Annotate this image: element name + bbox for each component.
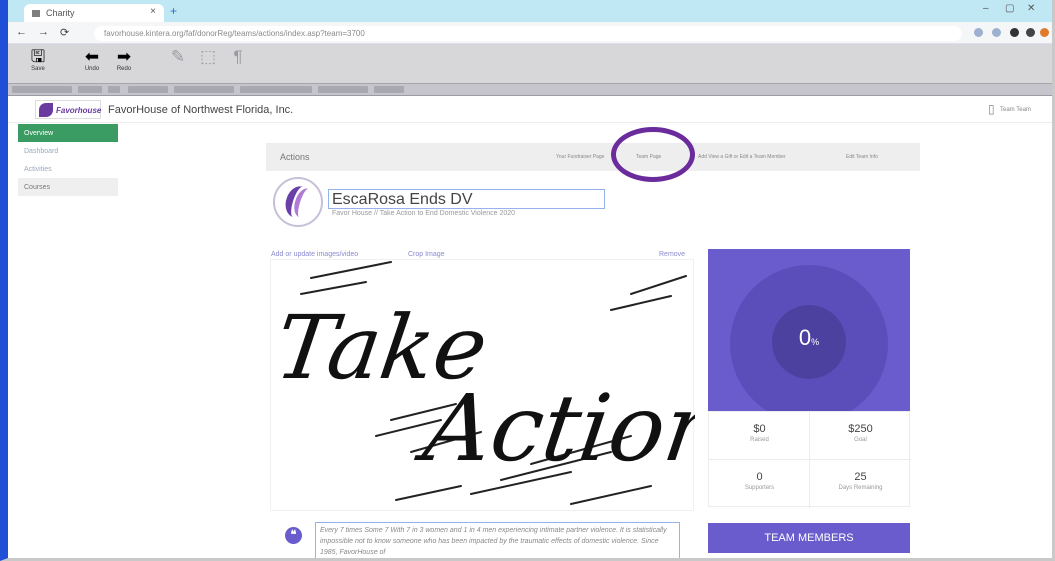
browser-tab-bar: Charity × + – ▢ ✕	[8, 0, 1052, 22]
screen: Charity × + – ▢ ✕ ← → ⟳ favorhouse.kinte…	[0, 0, 1055, 561]
user-icon[interactable]: ▯	[988, 102, 995, 116]
swoosh-icon	[39, 103, 53, 117]
sidebar-item-courses[interactable]: Courses	[18, 178, 118, 196]
minimize-icon[interactable]: –	[983, 3, 989, 14]
crop-image-link[interactable]: Crop Image	[408, 251, 445, 258]
user-name[interactable]: Team Team	[1000, 107, 1031, 113]
maximize-icon[interactable]: ▢	[1005, 3, 1014, 14]
save-button[interactable]: 🖫 Save	[18, 47, 58, 73]
pilcrow-icon: ¶	[233, 47, 243, 66]
remove-image-link[interactable]: Remove	[659, 251, 685, 258]
progress-center: 0%	[772, 305, 846, 379]
actions-title: Actions	[280, 152, 310, 162]
team-members-button[interactable]: TEAM MEMBERS	[708, 523, 910, 553]
team-name-field[interactable]: EscaRosa Ends DV	[328, 189, 605, 209]
browser-tab[interactable]: Charity ×	[24, 4, 164, 22]
browser-address-bar: ← → ⟳ favorhouse.kintera.org/faf/donorRe…	[8, 22, 1052, 44]
url-field[interactable]: favorhouse.kintera.org/faf/donorReg/team…	[94, 26, 962, 41]
update-image-link[interactable]: Add or update images/video	[271, 251, 358, 258]
team-subtitle[interactable]: Favor House // Take Action to End Domest…	[332, 210, 515, 217]
paragraph-tool-button[interactable]: ¶	[218, 48, 258, 66]
sidebar: Overview Dashboard Activities Courses	[18, 124, 118, 196]
save-icon: 🖫	[30, 47, 46, 66]
quote-icon: ❝	[285, 527, 302, 544]
team-avatar[interactable]	[273, 177, 323, 227]
redo-icon: ➡	[116, 47, 132, 66]
reload-icon[interactable]: ⟳	[60, 26, 69, 39]
add-gift-link[interactable]: Add View a Gift or Edit a Team Member	[698, 154, 786, 160]
take-action-graphic: Take Action	[269, 261, 732, 505]
extension-icon[interactable]	[974, 28, 983, 37]
edit-team-info-link[interactable]: Edit Team Info	[846, 154, 878, 160]
stats-grid: $0 Raised $250 Goal 0 Supporters 25 Days…	[708, 411, 911, 508]
supporters-stat: 0 Supporters	[744, 471, 775, 491]
actions-bar: Actions Your Fundraiser Page Team Page A…	[266, 143, 920, 171]
fundraiser-page-link[interactable]: Your Fundraiser Page	[556, 154, 604, 160]
editor-toolbar: 🖫 Save ⬅ Undo ➡ Redo ✎ ⬚ ¶	[8, 44, 1052, 84]
extension-icon[interactable]	[1010, 28, 1019, 37]
sidebar-item-activities[interactable]: Activities	[18, 160, 118, 178]
raised-stat: $0 Raised	[750, 423, 769, 443]
highlight-circle	[611, 127, 695, 182]
back-icon[interactable]: ←	[16, 26, 27, 38]
team-name: EscaRosa Ends DV	[332, 191, 473, 208]
sidebar-item-dashboard[interactable]: Dashboard	[18, 142, 118, 160]
org-name: FavorHouse of Northwest Florida, Inc.	[108, 104, 294, 116]
extension-icon[interactable]	[1026, 28, 1035, 37]
tab-favicon-icon	[32, 10, 40, 17]
progress-card: 0%	[708, 249, 910, 411]
tab-title: Charity	[46, 8, 75, 18]
days-remaining-stat: 25 Days Remaining	[838, 471, 883, 491]
format-toolbar	[8, 84, 1052, 96]
goal-stat: $250 Goal	[848, 423, 873, 443]
redo-button[interactable]: ➡ Redo	[104, 47, 144, 73]
org-logo[interactable]: Favorhouse	[35, 100, 101, 119]
tab-close-icon[interactable]: ×	[150, 6, 156, 17]
hero-image: Take Action	[269, 259, 732, 511]
new-tab-icon[interactable]: +	[170, 4, 177, 18]
forward-icon[interactable]: →	[38, 26, 49, 38]
sidebar-item-overview[interactable]: Overview	[18, 124, 118, 142]
extension-icon[interactable]	[992, 28, 1001, 37]
profile-avatar[interactable]	[1040, 28, 1049, 37]
hero-line2: Action	[410, 374, 695, 481]
page-header: Favorhouse FavorHouse of Northwest Flori…	[8, 97, 1052, 123]
story-text-field[interactable]: Every 7 times Some 7 With 7 in 3 women a…	[315, 522, 680, 558]
window-close-icon[interactable]: ✕	[1027, 3, 1035, 14]
progress-percent: 0%	[798, 325, 820, 350]
